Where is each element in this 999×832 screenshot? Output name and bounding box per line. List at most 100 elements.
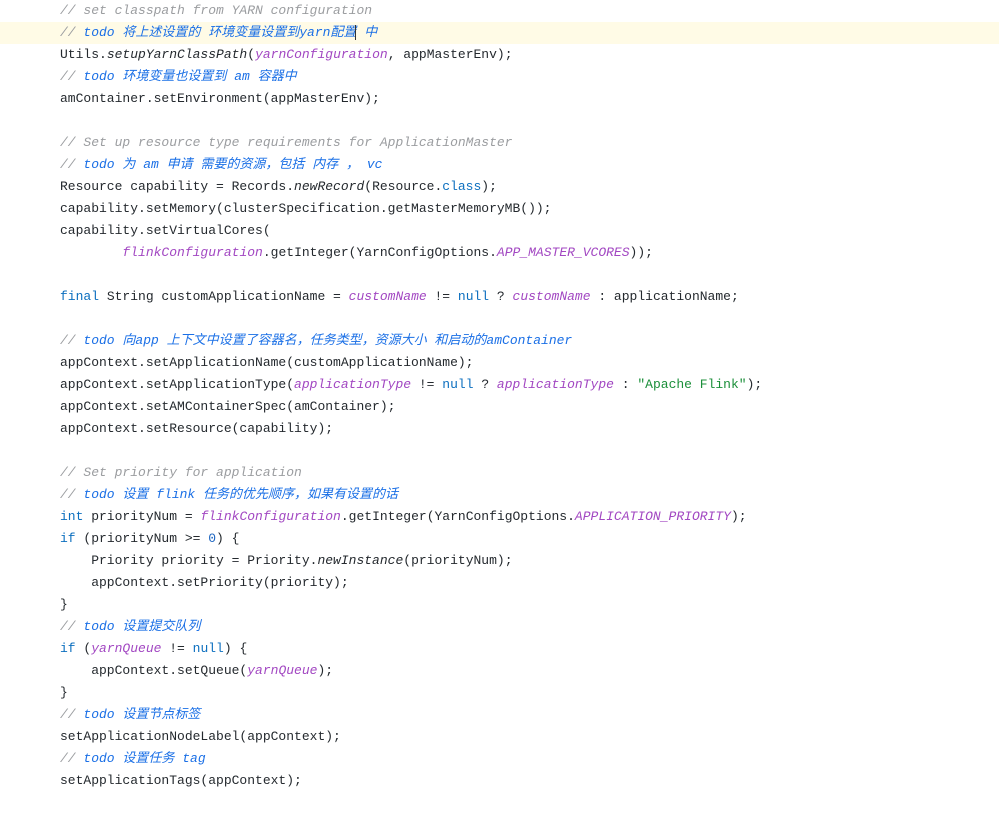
- code-line: [60, 308, 880, 330]
- code-text: (priorityNum);: [403, 553, 512, 568]
- code-line: [60, 264, 880, 286]
- code-text: !=: [427, 289, 458, 304]
- code-line: final String customApplicationName = cus…: [60, 286, 880, 308]
- code-text: priorityNum =: [83, 509, 200, 524]
- code-text: flinkConfiguration: [122, 245, 262, 260]
- code-line: appContext.setApplicationName(customAppl…: [60, 352, 880, 374]
- code-text: );: [481, 179, 497, 194]
- code-text: (: [76, 641, 92, 656]
- todo-comment: todo 设置节点标签: [83, 707, 200, 722]
- code-keyword: if: [60, 641, 76, 656]
- code-line: appContext.setApplicationType(applicatio…: [60, 374, 880, 396]
- code-text: amContainer.setEnvironment(appMasterEnv)…: [60, 91, 380, 106]
- comment-text: //: [60, 25, 83, 40]
- code-text: applicationType: [497, 377, 614, 392]
- comment-text: // Set priority for application: [60, 465, 302, 480]
- code-text: String customApplicationName =: [99, 289, 349, 304]
- code-line: // todo 为 am 申请 需要的资源，包括 内存 ， vc: [60, 154, 880, 176]
- comment-text: //: [60, 333, 83, 348]
- code-keyword: null: [442, 377, 473, 392]
- code-text: newInstance: [317, 553, 403, 568]
- code-text: .getInteger(YarnConfigOptions.: [263, 245, 497, 260]
- code-line-highlighted: // todo 将上述设置的 环境变量设置到yarn配置 中: [0, 22, 999, 44]
- code-keyword: class: [442, 179, 481, 194]
- code-text: setupYarnClassPath: [107, 47, 247, 62]
- code-string: "Apache Flink": [637, 377, 746, 392]
- code-text: (Resource.: [364, 179, 442, 194]
- code-text: Priority priority = Priority.: [60, 553, 317, 568]
- code-text: capability.setVirtualCores(: [60, 223, 271, 238]
- todo-comment: 中: [356, 25, 377, 40]
- code-text: [60, 245, 122, 260]
- code-text: yarnQueue: [247, 663, 317, 678]
- code-line: // set classpath from YARN configuration: [60, 0, 880, 22]
- comment-text: //: [60, 619, 83, 634]
- code-text: );: [317, 663, 333, 678]
- code-text: );: [747, 377, 763, 392]
- todo-comment: todo 向app 上下文中设置了容器名，任务类型，资源大小 和启动的amCon…: [83, 333, 572, 348]
- code-line: if (priorityNum >= 0) {: [60, 528, 880, 550]
- code-text: :: [614, 377, 637, 392]
- code-text: appContext.setResource(capability);: [60, 421, 333, 436]
- code-line: flinkConfiguration.getInteger(YarnConfig…: [60, 242, 880, 264]
- code-text: Utils.: [60, 47, 107, 62]
- todo-comment: todo 设置 flink 任务的优先顺序，如果有设置的话: [83, 487, 398, 502]
- code-line: Utils.setupYarnClassPath(yarnConfigurati…: [60, 44, 880, 66]
- code-text: appContext.setApplicationName(customAppl…: [60, 355, 473, 370]
- code-text: applicationType: [294, 377, 411, 392]
- code-line: setApplicationNodeLabel(appContext);: [60, 726, 880, 748]
- code-text: , appMasterEnv);: [388, 47, 513, 62]
- code-keyword: null: [193, 641, 224, 656]
- code-line: // todo 环境变量也设置到 am 容器中: [60, 66, 880, 88]
- todo-comment: todo 环境变量也设置到 am 容器中: [83, 69, 296, 84]
- code-line: [60, 110, 880, 132]
- code-text: ));: [630, 245, 653, 260]
- code-text: !=: [411, 377, 442, 392]
- code-line: appContext.setQueue(yarnQueue);: [60, 660, 880, 682]
- todo-comment: todo 设置任务 tag: [83, 751, 205, 766]
- code-line: }: [60, 594, 880, 616]
- todo-comment: todo 为 am 申请 需要的资源，包括 内存 ， vc: [83, 157, 382, 172]
- code-text: (: [247, 47, 255, 62]
- code-text: setApplicationNodeLabel(appContext);: [60, 729, 341, 744]
- code-text: APPLICATION_PRIORITY: [575, 509, 731, 524]
- comment-text: //: [60, 157, 83, 172]
- code-text: flinkConfiguration: [200, 509, 340, 524]
- todo-comment: todo 设置提交队列: [83, 619, 200, 634]
- code-line: // todo 设置 flink 任务的优先顺序，如果有设置的话: [60, 484, 880, 506]
- comment-text: //: [60, 69, 83, 84]
- code-line: // todo 向app 上下文中设置了容器名，任务类型，资源大小 和启动的am…: [60, 330, 880, 352]
- code-text: capability.setMemory(clusterSpecificatio…: [60, 201, 551, 216]
- code-line: appContext.setPriority(priority);: [60, 572, 880, 594]
- code-keyword: final: [60, 289, 99, 304]
- code-line: int priorityNum = flinkConfiguration.get…: [60, 506, 880, 528]
- code-line: // Set up resource type requirements for…: [60, 132, 880, 154]
- code-text: yarnConfiguration: [255, 47, 388, 62]
- code-text: appContext.setQueue(: [60, 663, 247, 678]
- comment-text: // Set up resource type requirements for…: [60, 135, 512, 150]
- comment-text: // set classpath from YARN configuration: [60, 3, 372, 18]
- code-line: }: [60, 682, 880, 704]
- code-text: ) {: [224, 641, 247, 656]
- code-line: // todo 设置任务 tag: [60, 748, 880, 770]
- code-text: (priorityNum >=: [76, 531, 209, 546]
- code-text: ?: [474, 377, 497, 392]
- code-text: customName: [349, 289, 427, 304]
- code-block: // set classpath from YARN configuration…: [0, 0, 880, 812]
- code-keyword: if: [60, 531, 76, 546]
- code-text: );: [731, 509, 747, 524]
- code-text: ?: [489, 289, 512, 304]
- code-line: Priority priority = Priority.newInstance…: [60, 550, 880, 572]
- code-line: setApplicationTags(appContext);: [60, 770, 880, 792]
- code-text: setApplicationTags(appContext);: [60, 773, 302, 788]
- code-line: amContainer.setEnvironment(appMasterEnv)…: [60, 88, 880, 110]
- comment-text: //: [60, 487, 83, 502]
- code-text: newRecord: [294, 179, 364, 194]
- comment-text: //: [60, 751, 83, 766]
- code-line: capability.setVirtualCores(: [60, 220, 880, 242]
- code-line: Resource capability = Records.newRecord(…: [60, 176, 880, 198]
- code-line: appContext.setResource(capability);: [60, 418, 880, 440]
- code-number: 0: [208, 531, 216, 546]
- code-keyword: null: [458, 289, 489, 304]
- code-text: .getInteger(YarnConfigOptions.: [341, 509, 575, 524]
